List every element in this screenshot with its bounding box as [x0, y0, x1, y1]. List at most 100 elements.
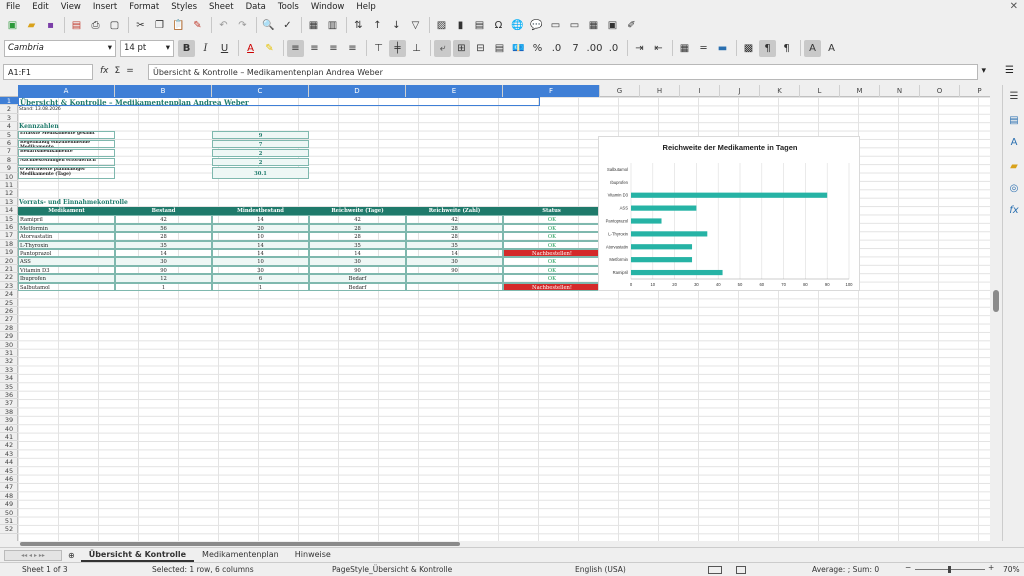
table-cell[interactable]: 28: [309, 232, 406, 241]
freeze-rows-icon[interactable]: ▦: [585, 17, 602, 34]
row-header-30[interactable]: 30: [0, 341, 18, 349]
column-header-n[interactable]: N: [880, 85, 920, 97]
table-cell[interactable]: Vitamin D3: [18, 265, 115, 275]
vertical-text-icon[interactable]: A: [823, 40, 840, 57]
table-cell[interactable]: Metformin: [18, 223, 115, 233]
table-cell[interactable]: [406, 282, 503, 291]
wrap-text-icon[interactable]: ⤶: [434, 39, 451, 57]
row-header-5[interactable]: 5: [0, 131, 18, 139]
table-header-cell[interactable]: Bestand: [115, 207, 212, 215]
table-cell[interactable]: 28: [115, 232, 212, 241]
row-header-13[interactable]: 13: [0, 198, 18, 207]
column-header-i[interactable]: I: [680, 85, 720, 97]
table-cell[interactable]: 10: [212, 232, 309, 241]
zoom-in-icon[interactable]: +: [988, 563, 994, 572]
kpi-value[interactable]: 2: [212, 149, 309, 157]
table-header-cell[interactable]: Status: [503, 207, 600, 215]
tab-hinweise[interactable]: Hinweise: [287, 548, 339, 562]
table-header-cell[interactable]: Reichweite (Zahl): [406, 207, 503, 215]
row-header-42[interactable]: 42: [0, 441, 18, 450]
table-cell[interactable]: 28: [406, 223, 503, 233]
row-header-29[interactable]: 29: [0, 332, 18, 341]
font-color-icon[interactable]: A: [242, 40, 259, 57]
row-header-11[interactable]: 11: [0, 181, 18, 190]
row-header-34[interactable]: 34: [0, 374, 18, 383]
date-format-icon[interactable]: 7: [567, 40, 584, 57]
conditional-format-icon[interactable]: ▩: [740, 40, 757, 57]
row-header-50[interactable]: 50: [0, 509, 18, 517]
table-cell[interactable]: 90: [115, 265, 212, 275]
row-header-16[interactable]: 16: [0, 223, 18, 232]
font-name-select[interactable]: Cambria ▾: [4, 39, 116, 57]
special-character-icon[interactable]: Ω: [490, 17, 507, 34]
tab-navigation-buttons[interactable]: ◂◂ ◂ ▸ ▸▸: [4, 549, 62, 561]
table-header-cell[interactable]: Reichweite (Tage): [309, 207, 406, 215]
align-right-icon[interactable]: ≡: [325, 40, 342, 57]
status-badge[interactable]: OK: [503, 257, 600, 266]
row-header-12[interactable]: 12: [0, 189, 18, 198]
row-header-18[interactable]: 18: [0, 240, 18, 249]
decrease-indent-icon[interactable]: ⇤: [650, 40, 667, 57]
kpi-label[interactable]: Ø Reichweite planmäßiger Medikamente (Ta…: [18, 167, 115, 179]
row-header-22[interactable]: 22: [0, 273, 18, 282]
column-icon[interactable]: ▥: [324, 17, 341, 34]
cell-grid[interactable]: Übersicht & Kontrolle – Medikamentenplan…: [18, 97, 990, 541]
kpi-value[interactable]: 2: [212, 158, 309, 166]
row-header-1[interactable]: 1: [0, 97, 18, 106]
increase-indent-icon[interactable]: ⇥: [631, 40, 648, 57]
row-header-9[interactable]: 9: [0, 164, 18, 173]
table-cell[interactable]: 14: [115, 249, 212, 258]
navigator-icon[interactable]: ◎: [1007, 183, 1021, 197]
selection-mode-icon[interactable]: [708, 566, 722, 574]
delete-decimal-icon[interactable]: .0: [605, 40, 622, 57]
text-direction-ltr-icon[interactable]: ¶: [759, 39, 776, 57]
table-cell[interactable]: 35: [309, 240, 406, 249]
row-header-6[interactable]: 6: [0, 139, 18, 148]
table-cell[interactable]: 12: [115, 274, 212, 283]
find-replace-icon[interactable]: 🔍: [260, 17, 277, 34]
row-header-37[interactable]: 37: [0, 399, 18, 408]
row-header-33[interactable]: 33: [0, 366, 18, 375]
table-cell[interactable]: 14: [309, 249, 406, 258]
align-top-icon[interactable]: ⊤: [370, 40, 387, 57]
status-language[interactable]: English (USA): [575, 565, 626, 574]
menu-item-insert[interactable]: Insert: [87, 2, 123, 12]
align-bottom-icon[interactable]: ⊥: [408, 40, 425, 57]
close-document-icon[interactable]: ✕: [1010, 1, 1018, 12]
row-header-26[interactable]: 26: [0, 307, 18, 316]
show-draw-functions-icon[interactable]: ✐: [623, 17, 640, 34]
row-header-40[interactable]: 40: [0, 425, 18, 433]
sheet-title-cell[interactable]: Übersicht & Kontrolle – Medikamentenplan…: [18, 97, 540, 106]
table-title[interactable]: Vorrats- und Einnahmekontrolle: [19, 199, 219, 207]
clone-formatting-icon[interactable]: ✎: [189, 17, 206, 34]
row-header-19[interactable]: 19: [0, 248, 18, 257]
text-orientation-icon[interactable]: A: [804, 39, 821, 57]
row-header-10[interactable]: 10: [0, 173, 18, 181]
row-header-44[interactable]: 44: [0, 458, 18, 467]
paste-icon[interactable]: 📋: [170, 17, 187, 34]
table-cell[interactable]: 14: [406, 249, 503, 258]
new-document-icon[interactable]: ▣: [4, 17, 21, 34]
column-header-g[interactable]: G: [600, 85, 640, 97]
horizontal-scroll-thumb[interactable]: [20, 542, 460, 546]
table-cell[interactable]: 35: [115, 240, 212, 249]
column-header-c[interactable]: C: [212, 85, 309, 97]
sort-ascending-icon[interactable]: ↑: [369, 17, 386, 34]
row-header-46[interactable]: 46: [0, 475, 18, 484]
vertical-scroll-thumb[interactable]: [993, 290, 999, 312]
row-header-14[interactable]: 14: [0, 206, 18, 215]
unmerge-icon[interactable]: ⊟: [472, 40, 489, 57]
row-header-8[interactable]: 8: [0, 156, 18, 165]
column-header-b[interactable]: B: [115, 85, 212, 97]
table-cell[interactable]: Bedarf: [309, 274, 406, 283]
menu-item-window[interactable]: Window: [305, 2, 351, 12]
table-cell[interactable]: 10: [212, 257, 309, 266]
status-badge[interactable]: OK: [503, 240, 600, 249]
name-box[interactable]: A1:F1: [3, 64, 93, 80]
table-cell[interactable]: 30: [406, 257, 503, 266]
menu-item-edit[interactable]: Edit: [26, 2, 54, 12]
kpi-label[interactable]: Nachbestellungen erforderlich: [18, 158, 115, 166]
print-icon[interactable]: ⎙: [87, 17, 104, 34]
sort-icon[interactable]: ⇅: [350, 17, 367, 34]
insert-image-icon[interactable]: ▨: [433, 17, 450, 34]
